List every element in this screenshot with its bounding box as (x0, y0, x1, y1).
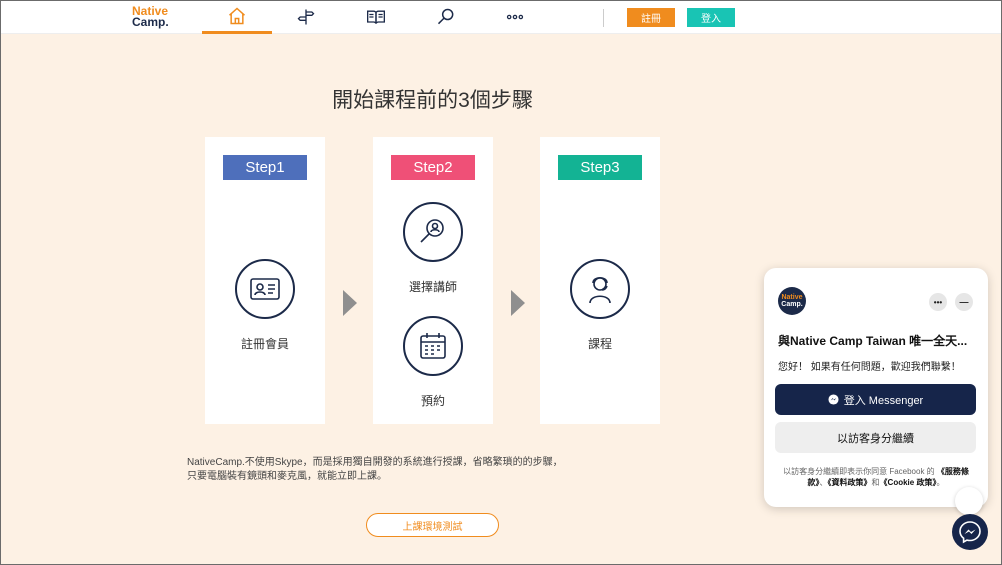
legal-prefix: 以訪客身分繼續即表示你同意 Facebook 的 (783, 467, 935, 476)
avatar: Native Camp. (778, 287, 806, 315)
header-divider (603, 9, 604, 27)
signpost-icon (297, 9, 315, 25)
arrow-right-icon-2 (511, 290, 525, 316)
step3-card: Step3 課程 (540, 137, 660, 424)
chat-title: 與Native Camp Taiwan 唯一全天... (778, 334, 968, 348)
environment-test-button[interactable]: 上課環境測試 (366, 513, 499, 537)
nav-home[interactable] (202, 0, 272, 34)
messenger-login-label: 登入 Messenger (843, 394, 924, 407)
step2-card: Step2 選擇講師 預約 (373, 137, 493, 424)
chat-minimize-button[interactable]: — (955, 293, 973, 311)
register-button[interactable]: 註冊 (627, 8, 675, 27)
logo-line2: Camp. (132, 15, 169, 29)
avatar-line1: Native (781, 294, 803, 301)
chat-legal-text: 以訪客身分繼續即表示你同意 Facebook 的 《服務條款》、《資料政策》和《… (776, 466, 976, 488)
native-camp-logo[interactable]: Native Camp. (132, 5, 169, 29)
teacher-search-icon (403, 202, 463, 262)
messenger-login-button[interactable]: 登入 Messenger (775, 384, 976, 415)
step2-tag: Step2 (391, 155, 475, 180)
step3-tag: Step3 (558, 155, 642, 180)
nav-search[interactable] (411, 0, 481, 34)
id-card-icon (235, 259, 295, 319)
step1-label: 註冊會員 (240, 337, 289, 351)
step1-card: Step1 註冊會員 (205, 137, 325, 424)
calendar-icon (403, 316, 463, 376)
step2-label-booking: 預約 (420, 394, 445, 408)
chat-more-button[interactable]: ••• (929, 293, 947, 311)
legal-sep: 、 (819, 478, 828, 487)
messenger-launcher-button[interactable] (952, 514, 988, 550)
search-icon (437, 8, 454, 25)
nav-materials[interactable] (341, 0, 411, 34)
messenger-icon (959, 521, 981, 544)
step1-tag: Step1 (223, 155, 307, 180)
cookie-policy-link[interactable]: 《Cookie 政策》 (880, 478, 937, 487)
description: NativeCamp.不使用Skype，而是採用獨自開發的系統進行授課，省略繁瑣… (187, 456, 563, 484)
login-button[interactable]: 登入 (687, 8, 735, 27)
page-title: 開始課程前的3個步驟 (332, 89, 533, 112)
messenger-icon (828, 394, 839, 405)
avatar-line2: Camp. (781, 301, 803, 308)
messenger-chat-widget: Native Camp. ••• — 與Native Camp Taiwan 唯… (764, 268, 988, 507)
step2-label-teacher: 選擇講師 (408, 280, 457, 294)
data-policy-link[interactable]: 《資料政策》 (828, 478, 872, 487)
nav-teachers[interactable] (271, 0, 341, 34)
more-icon (506, 14, 524, 20)
step3-label: 課程 (587, 337, 612, 351)
description-line2: 只要電腦裝有鏡頭和麥克風，就能立即上課。 (187, 471, 387, 482)
top-nav-bar: Native Camp. 註冊 登入 (0, 0, 1002, 34)
minimize-icon: — (959, 297, 969, 307)
legal-end: 。 (936, 478, 945, 487)
chat-close-bubble[interactable] (955, 487, 983, 515)
home-icon (229, 6, 245, 24)
student-headset-icon (570, 259, 630, 319)
description-line1: NativeCamp.不使用Skype，而是採用獨自開發的系統進行授課，省略繁瑣… (187, 457, 563, 468)
legal-and: 和 (871, 478, 880, 487)
nav-more[interactable] (480, 0, 550, 34)
arrow-right-icon (343, 290, 357, 316)
guest-continue-button[interactable]: 以訪客身分繼續 (775, 422, 976, 453)
chat-greeting: 您好！ 如果有任何問題，歡迎我們聯繫！ (778, 362, 961, 373)
more-options-icon: ••• (933, 297, 943, 307)
book-icon (367, 10, 385, 24)
